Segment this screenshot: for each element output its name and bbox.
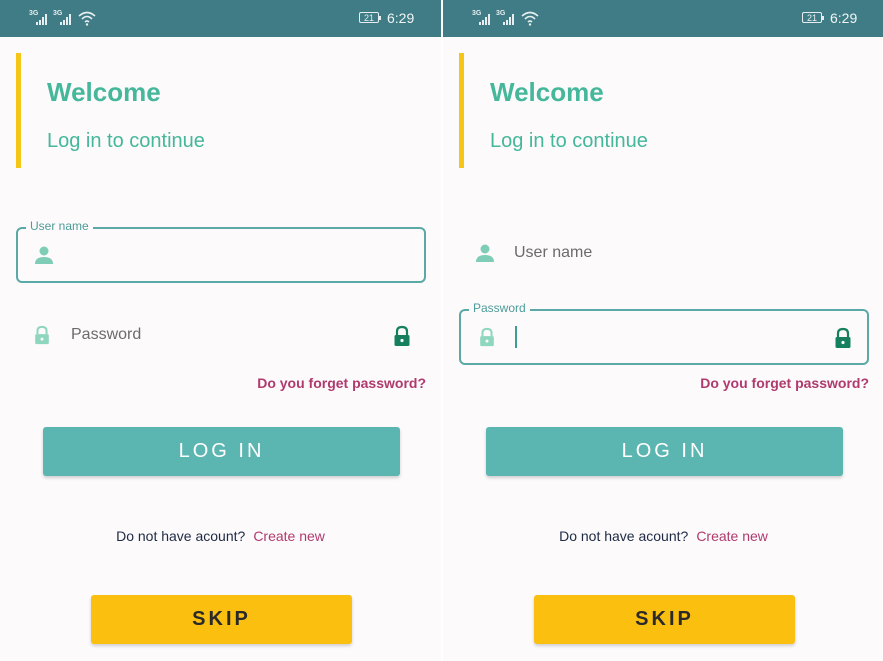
signup-question: Do not have acount? xyxy=(559,528,689,544)
login-button[interactable]: LOG IN xyxy=(43,427,400,476)
wifi-icon xyxy=(521,11,539,26)
wifi-icon xyxy=(78,11,96,26)
password-floating-label: Password xyxy=(469,301,530,315)
status-time: 6:29 xyxy=(387,10,415,26)
text-cursor xyxy=(515,326,517,348)
welcome-accent-bar xyxy=(459,53,464,168)
welcome-subtitle: Log in to continue xyxy=(47,130,205,152)
signal-1-icon: 3G xyxy=(472,10,494,26)
welcome-accent-bar xyxy=(16,53,21,168)
lock-icon xyxy=(480,327,494,347)
create-new-link[interactable]: Create new xyxy=(253,528,325,544)
lock-toggle-icon[interactable] xyxy=(392,325,412,347)
password-field[interactable]: Password xyxy=(16,309,426,365)
forgot-password-link[interactable]: Do you forget password? xyxy=(257,375,426,391)
username-placeholder: User name xyxy=(514,244,593,261)
user-icon xyxy=(476,244,494,262)
password-field[interactable]: Password xyxy=(459,301,869,365)
create-new-link[interactable]: Create new xyxy=(696,528,768,544)
lock-icon xyxy=(35,325,49,345)
battery-icon: 21 xyxy=(802,12,824,23)
forgot-password-link[interactable]: Do you forget password? xyxy=(700,375,869,391)
welcome-title: Welcome xyxy=(47,77,161,107)
password-placeholder: Password xyxy=(71,326,142,343)
signup-row: Do not have acount? Create new xyxy=(0,528,441,544)
skip-button[interactable]: SKIP xyxy=(534,595,795,644)
username-floating-label: User name xyxy=(26,219,93,233)
battery-icon: 21 xyxy=(359,12,381,23)
status-bar: 3G 3G 21 6:29 xyxy=(443,0,883,37)
welcome-subtitle: Log in to continue xyxy=(490,130,648,152)
status-bar: 3G 3G 21 6:29 xyxy=(0,0,441,37)
welcome-title: Welcome xyxy=(490,77,604,107)
login-button[interactable]: LOG IN xyxy=(486,427,843,476)
signal-2-icon: 3G xyxy=(53,10,75,26)
status-time: 6:29 xyxy=(830,10,858,26)
user-icon xyxy=(35,246,53,264)
login-screen-password-focused: 3G 3G 21 6:29 Welcome Log in to continue… xyxy=(443,0,883,661)
signup-row: Do not have acount? Create new xyxy=(443,528,883,544)
signal-1-icon: 3G xyxy=(29,10,51,26)
signal-2-icon: 3G xyxy=(496,10,518,26)
login-screen-username-focused: 3G 3G 21 6:29 Welcome Log in to continue… xyxy=(0,0,441,661)
lock-toggle-icon[interactable] xyxy=(833,327,853,349)
username-field[interactable]: User name xyxy=(16,219,426,283)
skip-button[interactable]: SKIP xyxy=(91,595,352,644)
signup-question: Do not have acount? xyxy=(116,528,246,544)
username-field[interactable]: User name xyxy=(459,227,869,283)
